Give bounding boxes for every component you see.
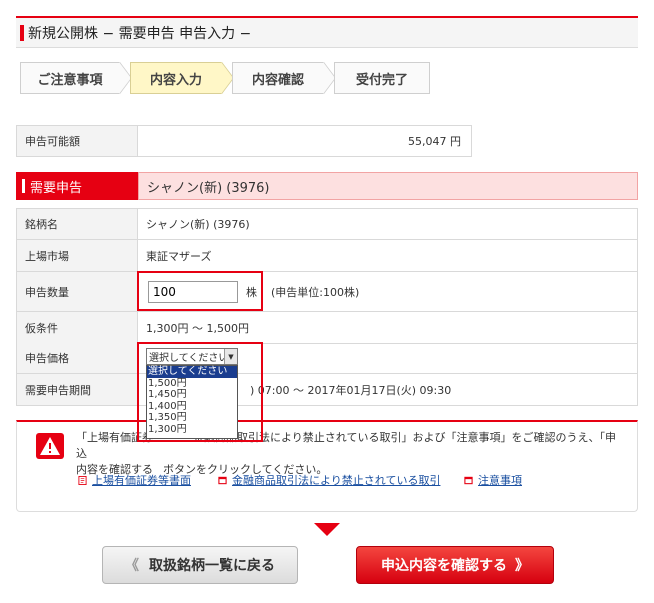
price-select-value: 選択してください — [149, 353, 229, 364]
step-complete: 受付完了 — [334, 62, 430, 94]
link-notes[interactable]: 注意事項 — [464, 472, 522, 488]
link-label: 金融商品取引法により禁止されている取引 — [232, 474, 441, 487]
step-input: 内容入力 — [130, 62, 222, 94]
link-label: 注意事項 — [478, 474, 522, 487]
price-select[interactable]: 選択してください ▼ — [146, 348, 238, 365]
available-amount-label: 申告可能額 — [16, 126, 138, 156]
table-row: 需要申告期間 ) 07:00 〜 2017年01月17日(火) 09:30 — [16, 374, 638, 406]
section-header: 需要申告 シャノン(新) (3976) — [16, 172, 638, 200]
confirm-application-button[interactable]: 申込内容を確認する 》 — [356, 546, 554, 584]
quantity-highlight-box — [137, 271, 263, 311]
price-option[interactable]: 1,400円 — [147, 401, 237, 413]
row-label: 申告価格 — [16, 342, 138, 373]
section-stock-name: シャノン(新) (3976) — [138, 172, 638, 200]
link-label: 上場有価証券等書面 — [92, 474, 191, 487]
price-option[interactable]: 1,500円 — [147, 378, 237, 390]
window-icon — [218, 476, 227, 484]
window-icon — [464, 476, 473, 484]
warning-icon — [36, 433, 64, 459]
section-bar — [22, 179, 25, 193]
page-title: 新規公開株 − 需要申告 申告入力 − — [28, 25, 252, 42]
available-amount-row: 申告可能額 55,047 円 — [16, 125, 472, 157]
confirm-button-label: 申込内容を確認する — [381, 558, 507, 574]
down-arrow-icon — [314, 523, 340, 536]
link-listed-securities-doc[interactable]: 上場有価証券等書面 — [78, 472, 191, 488]
table-row: 仮条件 1,300円 〜 1,500円 — [16, 312, 638, 344]
row-label: 上場市場 — [16, 240, 138, 271]
row-label: 需要申告期間 — [16, 374, 138, 405]
row-value: 1,300円 〜 1,500円 — [138, 312, 638, 343]
table-row: 上場市場 東証マザーズ — [16, 240, 638, 272]
row-label: 仮条件 — [16, 312, 138, 343]
quantity-note: (申告単位:100株) — [271, 285, 360, 299]
row-value: 東証マザーズ — [138, 240, 638, 271]
price-option[interactable]: 1,300円 — [147, 424, 237, 436]
row-label: 申告数量 — [16, 272, 138, 311]
chevron-down-icon: ▼ — [224, 349, 237, 364]
section-title: 需要申告 — [30, 180, 83, 196]
row-value: シャノン(新) (3976) — [138, 209, 638, 239]
price-option[interactable]: 選択してください — [147, 366, 237, 378]
price-option[interactable]: 1,350円 — [147, 412, 237, 424]
table-row: 銘柄名 シャノン(新) (3976) — [16, 208, 638, 240]
step-confirm: 内容確認 — [232, 62, 324, 94]
double-chevron-right-icon: 》 — [515, 558, 529, 574]
page-title-bar: 新規公開株 − 需要申告 申告入力 − — [16, 16, 638, 48]
available-amount-value: 55,047 円 — [138, 126, 472, 156]
price-dropdown-list[interactable]: 選択してください 1,500円 1,450円 1,400円 1,350円 1,3… — [146, 365, 238, 439]
row-label: 銘柄名 — [16, 209, 138, 239]
pdf-icon — [78, 475, 87, 485]
back-to-list-button[interactable]: 《 取扱銘柄一覧に戻る — [102, 546, 298, 584]
step-precautions: ご注意事項 — [20, 62, 120, 94]
link-prohibited-trading[interactable]: 金融商品取引法により禁止されている取引 — [218, 472, 440, 488]
section-header-label: 需要申告 — [16, 172, 138, 200]
table-row: 申告価格 — [16, 342, 638, 374]
price-option[interactable]: 1,450円 — [147, 389, 237, 401]
table-row: 申告数量 株 (申告単位:100株) — [16, 272, 638, 312]
double-chevron-left-icon: 《 — [125, 558, 139, 574]
back-button-label: 取扱銘柄一覧に戻る — [149, 558, 275, 574]
title-accent-bar — [20, 24, 24, 41]
